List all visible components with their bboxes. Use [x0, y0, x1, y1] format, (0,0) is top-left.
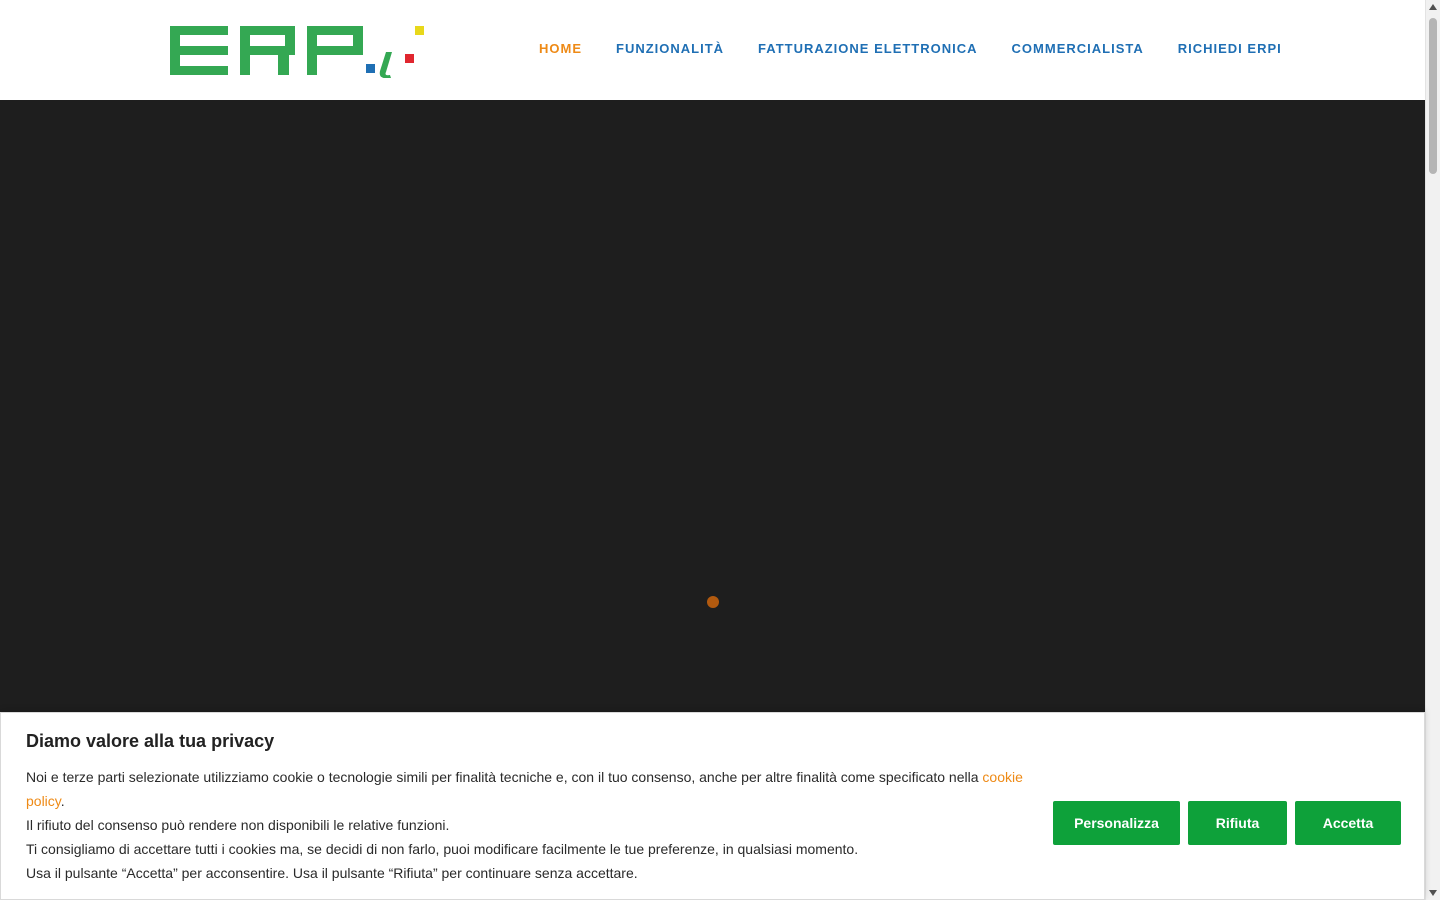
nav-commercialista[interactable]: COMMERCIALISTA	[1012, 40, 1144, 58]
cookie-paragraph-4: Usa il pulsante “Accetta” per acconsenti…	[26, 865, 638, 881]
nav-fatturazione-elettronica[interactable]: FATTURAZIONE ELETTRONICA	[758, 40, 977, 58]
cookie-banner-title: Diamo valore alla tua privacy	[26, 731, 275, 751]
accept-button[interactable]: Accetta	[1295, 801, 1401, 845]
nav-home[interactable]: HOME	[539, 40, 582, 58]
page-scrollbar[interactable]	[1425, 0, 1440, 900]
cookie-paragraph-2: Il rifiuto del consenso può rendere non …	[26, 817, 450, 833]
cookie-text-part: Noi e terze parti selezionate utilizziam…	[26, 769, 983, 785]
nav-funzionalita[interactable]: FUNZIONALITÀ	[616, 40, 724, 58]
scroll-thumb[interactable]	[1429, 18, 1437, 174]
erpi-logo[interactable]	[170, 24, 430, 79]
customize-button[interactable]: Personalizza	[1053, 801, 1180, 845]
loading-indicator	[707, 596, 719, 608]
cookie-text-period: .	[60, 793, 65, 809]
cookie-banner-text: Noi e terze parti selezionate utilizziam…	[26, 765, 1036, 885]
main-nav: HOME FUNZIONALITÀ FATTURAZIONE ELETTRONI…	[539, 40, 1282, 58]
cookie-buttons: Personalizza Rifiuta Accetta	[1053, 801, 1401, 845]
scroll-up-icon[interactable]	[1429, 4, 1437, 10]
cookie-banner: Diamo valore alla tua privacy Noi e terz…	[0, 712, 1425, 900]
cookie-paragraph-1: Noi e terze parti selezionate utilizziam…	[26, 765, 1036, 813]
cookie-paragraph-3: Ti consigliamo di accettare tutti i cook…	[26, 841, 859, 857]
scroll-down-icon[interactable]	[1429, 890, 1437, 896]
site-header: HOME FUNZIONALITÀ FATTURAZIONE ELETTRONI…	[0, 0, 1425, 100]
hero-slider	[0, 100, 1425, 712]
erpi-logo-icon	[170, 26, 424, 79]
nav-richiedi-erpi[interactable]: RICHIEDI ERPI	[1178, 40, 1282, 58]
reject-button[interactable]: Rifiuta	[1188, 801, 1287, 845]
